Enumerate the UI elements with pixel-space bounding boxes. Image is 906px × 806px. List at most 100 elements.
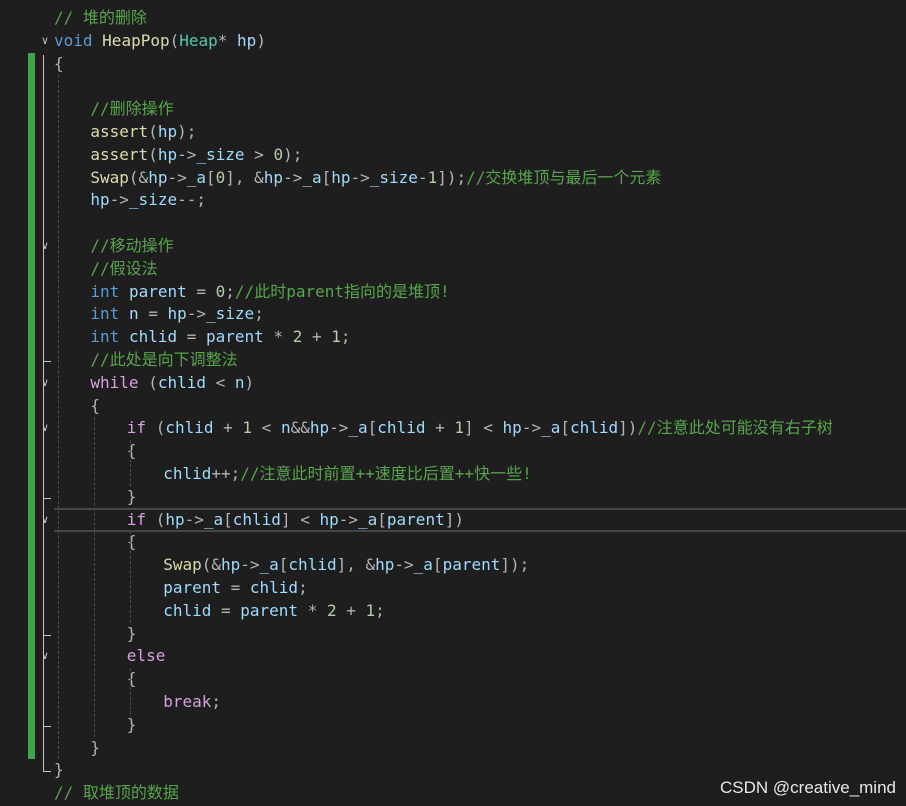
code-token: ( [138,372,158,392]
code-token: //此处是向下调整法 [90,350,238,369]
code-line[interactable]: chlid++;//注意此时前置++速度比后置++快一些! [163,463,532,485]
code-token: int [90,327,120,347]
code-token: chlid [377,418,426,438]
code-token: hp [220,555,241,575]
code-token: hp [237,30,257,50]
indent-guide [58,75,59,760]
code-token: = [211,600,241,620]
code-token: { [126,532,137,552]
code-line[interactable]: } [127,486,137,508]
code-token: < [252,418,281,438]
code-line[interactable]: // 取堆顶的数据 [54,782,179,804]
code-token: void [54,30,93,50]
code-token: _a [348,418,368,438]
code-line[interactable]: chlid = parent * 2 + 1; [163,600,385,622]
code-token: -> [240,555,260,575]
code-line[interactable]: Swap(&hp->_a[0], &hp->_a[hp->_size-1]);/… [90,167,661,189]
code-token: hp [502,418,522,438]
code-token: { [126,669,137,689]
code-token: * [298,600,327,620]
code-token: -> [329,418,349,438]
code-token: ( [148,122,158,141]
code-line[interactable]: int n = hp->_size; [90,303,263,325]
code-token: (& [201,555,221,575]
code-line[interactable]: //假设法 [90,258,157,280]
code-line[interactable]: Swap(&hp->_a[chlid], &hp->_a[parent]); [163,554,529,576]
code-token: hp [331,167,351,187]
code-token: 1 [242,418,253,438]
code-token: [ [205,167,216,187]
code-token: } [90,737,101,757]
code-line[interactable]: { [127,440,137,462]
code-token: n [280,418,291,438]
code-line[interactable]: parent = chlid; [163,577,308,599]
code-token: 2 [326,600,337,620]
code-line[interactable]: assert(hp->_size > 0); [90,144,302,166]
code-token: hp [375,555,395,575]
code-line[interactable]: while (chlid < n) [90,372,254,394]
code-line[interactable]: break; [163,691,221,713]
code-token: -> [521,418,542,438]
code-line[interactable]: if (chlid + 1 < n&&hp->_a[chlid + 1] < h… [127,417,833,439]
code-token: else [126,646,166,666]
code-line[interactable]: else [127,645,166,667]
indent-guide [130,531,131,623]
code-line[interactable]: } [127,714,137,736]
code-line[interactable]: { [54,53,64,75]
code-line[interactable]: //此处是向下调整法 [90,349,237,371]
code-token: //注意此时前置++速度比后置++快一些! [240,464,532,483]
code-line[interactable]: } [127,623,137,645]
code-line[interactable]: //删除操作 [90,98,173,120]
code-token: chlid [249,578,299,597]
code-token: Swap [90,167,129,187]
code-token: } [126,623,137,643]
code-token: ) [256,30,266,50]
code-token: //移动操作 [90,236,174,255]
code-token: _a [186,167,206,187]
indent-guide [94,417,95,737]
code-token: parent [163,578,221,597]
code-token: chlid [128,327,178,347]
code-token: ; [298,578,308,597]
code-token: //交换堆顶与最后一个元素 [466,167,662,187]
code-token: [ [560,418,570,438]
code-token: + [425,418,455,438]
code-token: ; [340,327,351,347]
code-token: break [163,692,212,711]
code-line[interactable]: { [127,668,137,690]
code-token: chlid [288,555,337,575]
code-token: - [417,167,428,187]
code-token: Swap [163,555,202,575]
chevron-down-icon[interactable]: ∨ [38,34,52,48]
code-line[interactable]: hp->_size--; [90,189,206,211]
code-token: ); [283,144,303,164]
code-line[interactable]: int chlid = parent * 2 + 1; [90,326,350,348]
code-line[interactable]: } [90,737,100,759]
code-line[interactable]: int parent = 0;//此时parent指向的是堆顶! [90,281,449,303]
code-line[interactable]: void HeapPop(Heap* hp) [54,30,266,52]
code-line[interactable]: //移动操作 [90,235,173,257]
code-line[interactable]: assert(hp); [90,121,196,143]
code-token: + [213,418,243,438]
code-token: hp [157,122,178,141]
code-token: 0 [273,144,284,164]
code-token: } [54,760,64,780]
code-token: [ [432,555,443,575]
code-token: 0 [215,167,226,187]
code-token: ]) [618,418,638,438]
fold-region-marker [43,54,51,773]
code-token: _size [196,144,245,164]
code-line[interactable]: // 堆的删除 [54,7,147,29]
code-token: parent [128,281,187,301]
code-token: 1 [365,600,376,620]
code-token: ( [148,144,158,164]
code-token: ; [375,600,385,620]
code-line[interactable]: { [127,531,137,553]
code-editor[interactable]: // 堆的删除 void HeapPop(Heap* hp){//删除操作 asse… [0,0,906,806]
code-line[interactable]: { [90,395,100,417]
code-line[interactable]: } [54,759,64,781]
code-token: ); [177,122,197,141]
code-token: parent [442,555,501,575]
code-token: _size [206,304,255,324]
